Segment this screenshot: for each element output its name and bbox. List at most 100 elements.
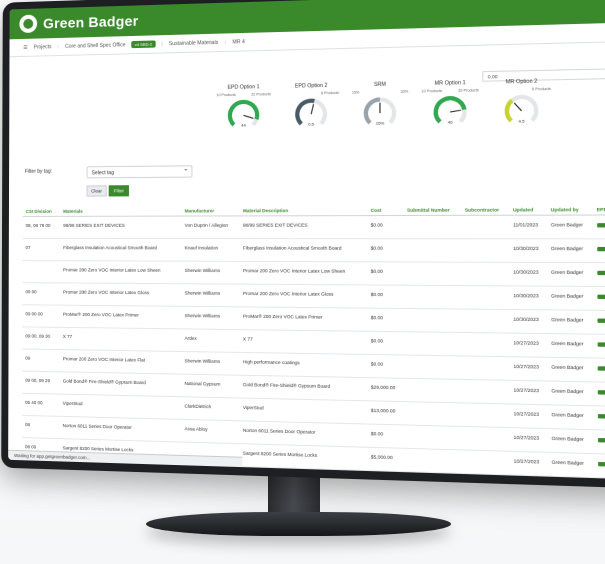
gauge-fill (366, 99, 380, 122)
column-header[interactable]: Subcontractor (461, 205, 510, 216)
table-cell: Promar 200 Zero VOC Interior Latex Flat (59, 349, 182, 375)
column-header[interactable]: Cost (367, 205, 404, 216)
status-tag (596, 318, 605, 323)
status-tag (597, 390, 605, 395)
column-header[interactable]: Materials (60, 206, 182, 217)
table-cell: Sherwin Williams (181, 283, 240, 307)
table-cell: Green Badger (547, 333, 594, 359)
table-cell: $13,000.00 (367, 400, 405, 425)
table-cell: ClarkDietrich (181, 396, 240, 421)
table-cell: 98/99 SERIES EXIT DEVICES (60, 216, 182, 239)
status-cell (593, 429, 605, 455)
table-cell: 10/30/2023 (509, 262, 548, 287)
table-cell (461, 285, 510, 310)
gauge-left-label: 10 Products (421, 88, 442, 94)
gauge-right-label: 5 Products (531, 86, 551, 92)
gauge-right-label: 20 Products (458, 88, 479, 93)
table-cell: Assa Abloy (181, 419, 240, 444)
table-cell: Gold Bond® Fire-Shield® Gypsum Board (239, 375, 368, 401)
status-tag (596, 270, 605, 276)
table-cell: Knauf Insulation (181, 238, 240, 262)
breadcrumb-leed[interactable]: MR 4 (232, 39, 244, 45)
table-cell: 11/01/2023 (509, 215, 548, 239)
table-cell: National Gypsum (181, 374, 240, 399)
column-header[interactable]: Material Description (239, 205, 368, 216)
gauge-fill (507, 100, 512, 120)
gauge-value: 44 (241, 122, 246, 128)
table-cell: 10/27/2023 (510, 427, 549, 453)
column-header[interactable]: CSI Division (22, 206, 61, 217)
column-header[interactable]: Updated (509, 204, 548, 216)
table-cell: $0.00 (367, 238, 404, 262)
table-cell: Green Badger (547, 286, 594, 311)
table-cell: $0.00 (367, 215, 404, 239)
menu-icon[interactable]: ☰ (23, 44, 27, 50)
status-cell (593, 310, 605, 335)
gauge-value: 4.5 (518, 118, 525, 124)
table-cell (461, 309, 510, 334)
table-cell: 10/27/2023 (510, 451, 549, 477)
app-screen: Green Badger ☰ Projects › Core and Shell… (8, 0, 605, 481)
gauge-title: MR Option 2 (505, 78, 538, 86)
table-row[interactable]: 07 Fiberglass Insulation Acoustical Smoot… (22, 238, 605, 263)
table-cell: 10/27/2023 (510, 380, 548, 405)
gauge-value: 0.5 (308, 121, 315, 127)
breadcrumb-section[interactable]: Sustainable Materials (169, 39, 218, 46)
monitor-base (146, 512, 451, 536)
table-cell (403, 215, 462, 239)
table-cell (461, 332, 510, 357)
table-cell: High performance coatings (239, 352, 368, 378)
table-row[interactable]: 08, 08 78 00 98/99 SERIES EXIT DEVICES Von… (22, 214, 605, 239)
column-header[interactable]: Manufacturer (181, 206, 240, 217)
breadcrumb-projects[interactable]: Projects (34, 44, 52, 50)
table-cell: 09 00, 09 30 (22, 326, 60, 350)
gauge-left-label: 15% (351, 90, 360, 95)
table-cell: ViperStud (239, 398, 368, 425)
breadcrumb-project[interactable]: Core and Shell Spec Office (65, 42, 126, 50)
table-cell (403, 331, 462, 356)
gauge-labels: 15% 33% (352, 90, 408, 95)
table-cell: Sherwin Williams (181, 306, 240, 330)
gauge-needle (514, 103, 521, 111)
table-cell: 08, 08 78 00 (22, 216, 61, 239)
gauge: MR Option 25 Products 4.5 (492, 78, 551, 124)
table-cell (404, 448, 463, 474)
table-cell: Green Badger (547, 262, 594, 287)
column-header[interactable]: EPD (593, 204, 605, 216)
clear-button[interactable]: Clear (86, 185, 107, 197)
breadcrumb-separator: | (161, 40, 163, 47)
status-cell (593, 214, 605, 239)
table-cell: Sherwin Williams (181, 351, 240, 376)
table-cell: ProMar® 200 Zero VOC Latex Primer (59, 305, 182, 329)
table-cell: 98/99 SERIES EXIT DEVICES (239, 215, 368, 239)
project-chip: v4 SBD-2 (131, 40, 156, 49)
table-cell: $5,000.00 (367, 447, 405, 472)
column-header[interactable]: Submittal Number (403, 205, 462, 216)
gauge-needle (450, 110, 461, 112)
status-tag (597, 461, 605, 467)
table-cell: $0.00 (367, 354, 404, 379)
status-tag (596, 223, 605, 228)
table-cell: ViperStud (59, 394, 182, 420)
table-cell (404, 424, 462, 450)
gauge-title: SRM (373, 81, 386, 89)
status-tag (597, 366, 605, 371)
table-cell (461, 379, 511, 404)
table-cell: 10/27/2023 (509, 333, 548, 358)
filter-label: Filter by tag: (24, 168, 53, 175)
table-cell: Fiberglass Insulation Acoustical Smooth … (239, 238, 368, 262)
table-cell (461, 238, 510, 263)
breadcrumb-separator: › (57, 43, 60, 50)
filter-button[interactable]: Filter (108, 185, 129, 197)
table-cell: $0.00 (367, 331, 404, 356)
table-cell: 09 00, 09 29 (22, 371, 60, 395)
tag-select[interactable]: Select tag (86, 165, 193, 179)
gauge-labels: 8 Products (284, 91, 339, 96)
status-cell (593, 286, 605, 311)
table-cell: 08 (22, 415, 60, 439)
status-cell (594, 453, 605, 479)
table-cell: Promar 200 Zero VOC Interior Latex Gloss (59, 282, 182, 307)
column-header[interactable]: Updated by (547, 204, 594, 216)
status-tag (596, 246, 605, 252)
table-cell: Gold Bond® Fire-Shield® Gypsum Board (59, 371, 182, 397)
